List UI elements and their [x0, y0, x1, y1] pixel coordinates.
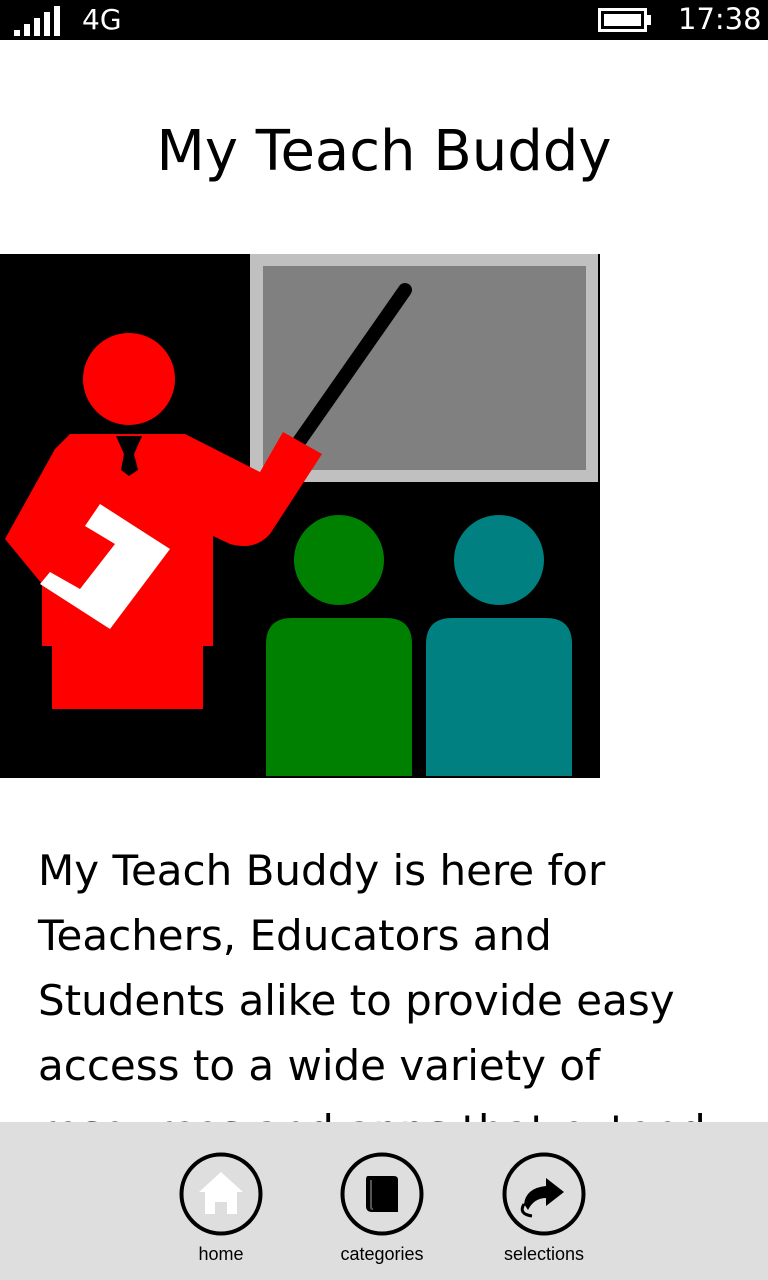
home-icon — [179, 1152, 263, 1236]
home-button-label: home — [198, 1244, 244, 1264]
categories-button[interactable]: categories — [322, 1152, 442, 1270]
main-content[interactable]: My Teach Buddy My Teach Buddy is here fo — [0, 40, 768, 1122]
battery-icon — [598, 8, 651, 32]
selections-button-label: selections — [503, 1244, 585, 1264]
home-button[interactable]: home — [161, 1152, 281, 1270]
app-description: My Teach Buddy is here for Teachers, Edu… — [38, 846, 706, 1122]
selections-button[interactable]: selections — [484, 1152, 604, 1270]
app-bar: home categories selections — [0, 1122, 768, 1280]
teacher-presentation-illustration — [0, 254, 600, 778]
status-bar: 4G 17:38 — [0, 0, 768, 40]
share-arrow-icon — [502, 1152, 586, 1236]
clock: 17:38 — [678, 2, 762, 36]
page-title: My Teach Buddy — [156, 119, 612, 184]
categories-button-label: categories — [340, 1244, 424, 1264]
signal-strength-icon — [14, 6, 60, 36]
network-type-label: 4G — [82, 3, 122, 36]
book-icon — [340, 1152, 424, 1236]
